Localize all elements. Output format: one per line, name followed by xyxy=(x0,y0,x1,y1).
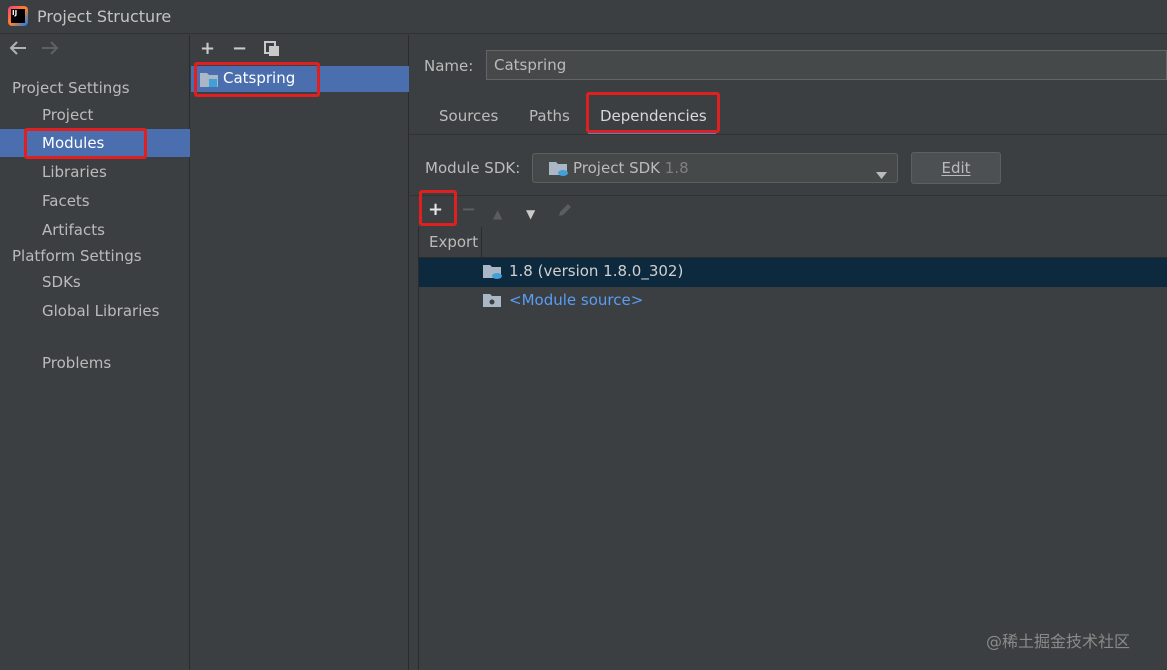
move-down-icon[interactable]: ▼ xyxy=(526,205,535,223)
nav-item-sdks[interactable]: SDKs xyxy=(0,268,190,296)
platform-settings-header: Platform Settings xyxy=(12,247,142,265)
highlight-box-dependencies-tab xyxy=(586,92,720,133)
chevron-down-icon xyxy=(876,165,887,183)
highlight-box-module xyxy=(194,62,320,97)
sdk-folder-icon xyxy=(549,161,569,181)
module-sdk-select[interactable]: Project SDK 1.8 xyxy=(532,153,898,183)
highlight-box-modules xyxy=(24,128,147,159)
nav-item-label: Problems xyxy=(42,354,112,372)
nav-item-label: Project xyxy=(42,106,94,124)
window-title: Project Structure xyxy=(37,7,172,26)
remove-module-icon[interactable]: − xyxy=(232,40,247,58)
arrow-right-icon[interactable] xyxy=(41,41,59,59)
sdk-name: Project SDK xyxy=(573,159,660,177)
nav-item-facets[interactable]: Facets xyxy=(0,187,190,215)
intellij-logo-text: IJ xyxy=(11,9,25,23)
move-up-icon[interactable]: ▲ xyxy=(493,205,502,223)
tab-sources[interactable]: Sources xyxy=(439,107,498,125)
jdk-folder-icon xyxy=(483,264,502,279)
title-bar: IJ Project Structure xyxy=(0,0,1167,34)
tab-paths[interactable]: Paths xyxy=(529,107,570,125)
intellij-logo-icon: IJ xyxy=(8,6,28,26)
highlight-box-add-dependency xyxy=(419,190,457,226)
name-label: Name: xyxy=(424,57,474,75)
nav-item-project[interactable]: Project xyxy=(0,101,190,129)
nav-item-label: SDKs xyxy=(42,273,81,291)
arrow-left-icon[interactable] xyxy=(9,41,27,59)
dependency-label: <Module source> xyxy=(509,291,644,309)
sdk-version: 1.8 xyxy=(664,159,689,177)
copy-icon[interactable] xyxy=(264,41,280,61)
table-row[interactable]: 1.8 (version 1.8.0_302) xyxy=(419,258,1167,287)
nav-item-label: Global Libraries xyxy=(42,302,160,320)
remove-dependency-icon[interactable]: − xyxy=(461,201,476,219)
module-detail-panel: Name: Catspring Sources Paths Dependenci… xyxy=(410,35,1167,670)
sdk-selected-value: Project SDK 1.8 xyxy=(573,159,689,177)
nav-item-artifacts[interactable]: Artifacts xyxy=(0,216,190,244)
nav-item-libraries[interactable]: Libraries xyxy=(0,158,190,186)
module-sdk-label: Module SDK: xyxy=(425,159,521,177)
tab-divider xyxy=(410,134,1167,135)
project-settings-header: Project Settings xyxy=(12,79,130,97)
edit-sdk-button[interactable]: Edit xyxy=(911,152,1001,184)
nav-item-problems[interactable]: Problems xyxy=(0,349,190,377)
watermark: @稀土掘金技术社区 xyxy=(986,632,1131,651)
column-header-export: Export xyxy=(429,233,479,251)
nav-item-label: Facets xyxy=(42,192,90,210)
nav-item-label: Artifacts xyxy=(42,221,105,239)
dependency-label: 1.8 (version 1.8.0_302) xyxy=(509,262,684,280)
module-name-input[interactable]: Catspring xyxy=(486,50,1167,80)
table-row[interactable]: <Module source> xyxy=(419,287,1167,316)
nav-item-label: Libraries xyxy=(42,163,107,181)
dependencies-toolbar-divider xyxy=(410,195,1167,196)
dependencies-table: Export 1.8 (version 1.8.0_302) <Module s… xyxy=(418,227,1167,670)
pencil-icon[interactable] xyxy=(557,202,573,222)
left-nav-panel: Project Settings Project Modules Librari… xyxy=(0,35,190,670)
add-module-icon[interactable]: + xyxy=(200,40,215,58)
column-divider xyxy=(481,227,482,258)
table-header: Export xyxy=(419,227,1167,258)
nav-item-global-libraries[interactable]: Global Libraries xyxy=(0,297,190,325)
module-list-panel: + − Catspring xyxy=(191,35,409,670)
module-source-folder-icon xyxy=(483,293,501,307)
